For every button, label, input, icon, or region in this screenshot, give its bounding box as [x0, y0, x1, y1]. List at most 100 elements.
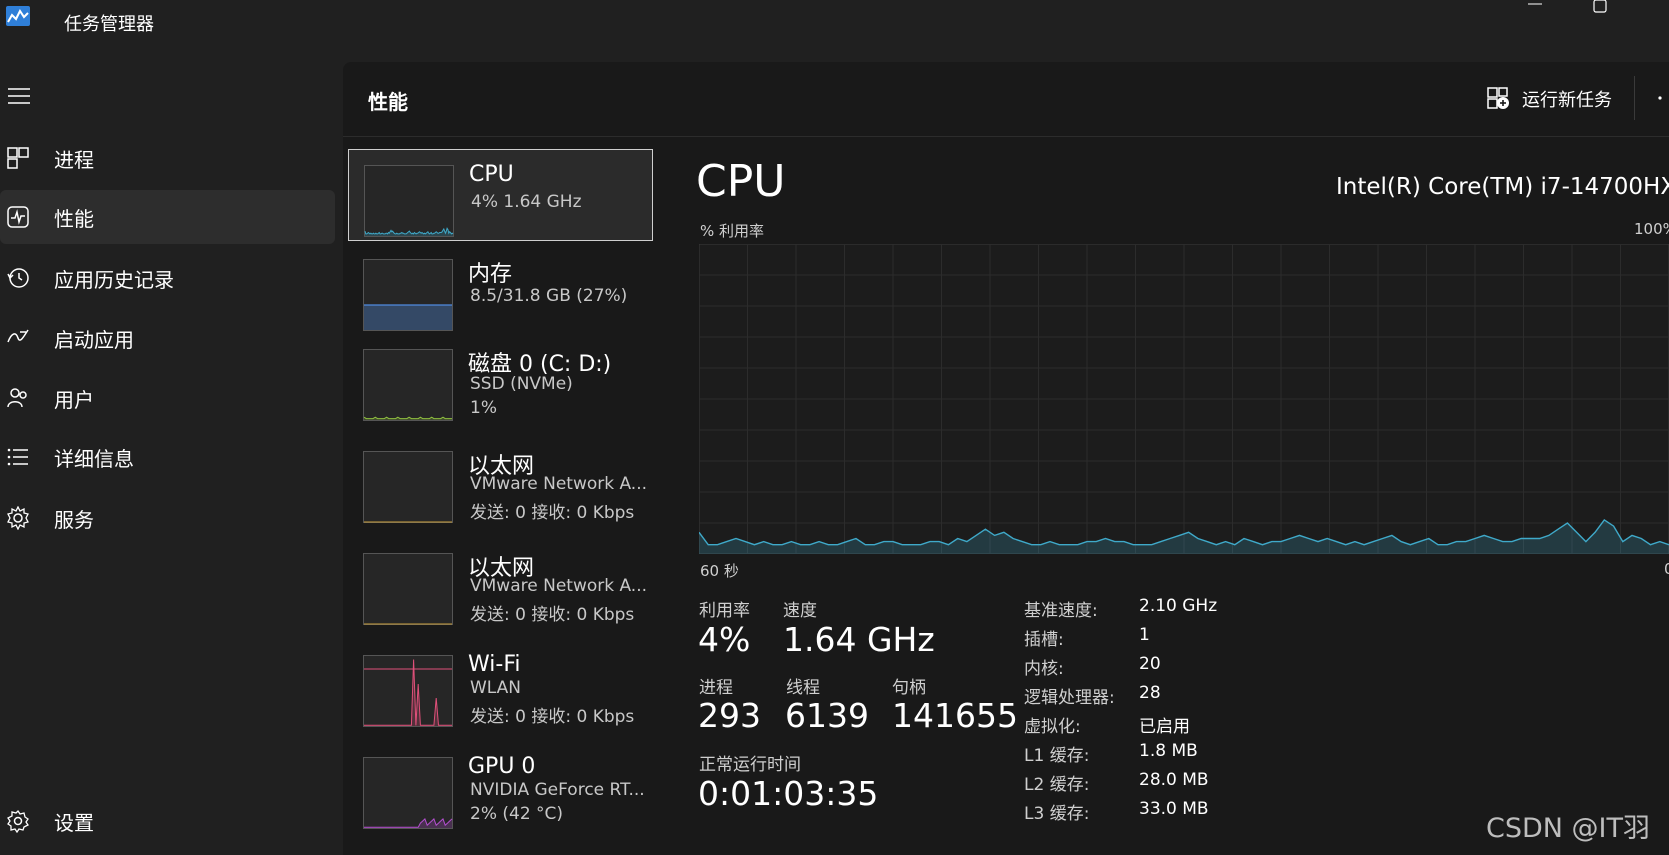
nav-label-startup: 启动应用: [54, 328, 134, 352]
gear-icon: [7, 809, 29, 833]
memory-fill: [364, 305, 452, 330]
device-name: Wi-Fi: [468, 652, 521, 677]
nav-label-performance: 性能: [54, 207, 94, 231]
nav-label-app-history: 应用历史记录: [54, 268, 174, 292]
stat-threads: 6139: [785, 696, 869, 735]
device-detail-2: 发送: 0 接收: 0 Kbps: [470, 605, 635, 625]
nav-item-details[interactable]: 详细信息: [0, 430, 335, 484]
device-detail: VMware Network A...: [470, 474, 648, 494]
title-bar: [0, 0, 1669, 58]
device-name: 内存: [468, 262, 513, 287]
performance-icon: [7, 206, 29, 228]
spec-base-speed: 2.10 GHz: [1139, 596, 1218, 616]
graph-x-end: 0: [1664, 560, 1669, 578]
thumb-frame: [363, 655, 453, 727]
device-name: GPU 0: [468, 754, 536, 779]
device-detail: SSD (NVMe): [470, 374, 573, 394]
spec-cores: 20: [1139, 654, 1161, 674]
stat-label-processes: 进程: [699, 678, 733, 698]
thumb-frame: [363, 757, 453, 829]
device-name: CPU: [469, 162, 514, 187]
device-detail-2: 发送: 0 接收: 0 Kbps: [470, 707, 635, 727]
more-options-icon[interactable]: [1656, 84, 1668, 108]
nav-item-performance[interactable]: 性能: [0, 190, 335, 244]
stat-label-threads: 线程: [786, 678, 820, 698]
nav-label-details: 详细信息: [54, 447, 134, 471]
device-ethernet-2[interactable]: 以太网 VMware Network A... 发送: 0 接收: 0 Kbps: [348, 538, 653, 630]
page-title: 性能: [368, 90, 408, 114]
device-detail-2: 2% (42 °C): [470, 804, 564, 824]
device-thumb-graph: [363, 655, 453, 727]
device-disk[interactable]: 磁盘 0 (C: D:) SSD (NVMe) 1%: [348, 334, 653, 426]
nav-item-app-history[interactable]: 应用历史记录: [0, 251, 335, 305]
cpu-utilization-graph: [699, 244, 1669, 554]
spec-label-l3-cache: L3 缓存:: [1024, 804, 1090, 824]
device-cpu[interactable]: CPU 4% 1.64 GHz: [348, 149, 653, 241]
device-detail: 4% 1.64 GHz: [471, 192, 582, 212]
device-gpu[interactable]: GPU 0 NVIDIA GeForce RT... 2% (42 °C): [348, 742, 653, 834]
device-thumb-graph: [363, 451, 453, 523]
startup-icon: [7, 329, 29, 343]
detail-heading: CPU: [696, 156, 786, 207]
nav-label-settings: 设置: [54, 811, 94, 835]
header-bar: [343, 62, 1669, 137]
nav-item-services[interactable]: 服务: [0, 491, 335, 545]
spec-label-sockets: 插槽:: [1024, 630, 1064, 650]
maximize-icon[interactable]: [1590, 0, 1612, 14]
spec-label-l2-cache: L2 缓存:: [1024, 775, 1090, 795]
services-icon: [7, 506, 29, 530]
device-thumb-graph: [363, 259, 453, 331]
graph-x-label: 60 秒: [700, 562, 739, 580]
device-detail: WLAN: [470, 678, 522, 698]
device-memory[interactable]: 内存 8.5/31.8 GB (27%): [348, 244, 653, 336]
stat-label-uptime: 正常运行时间: [699, 755, 801, 775]
device-detail-2: 1%: [470, 398, 497, 418]
details-icon: [7, 448, 28, 466]
stat-label-utilization: 利用率: [699, 601, 750, 621]
run-new-task-icon[interactable]: [1486, 86, 1510, 110]
spec-l3-cache: 33.0 MB: [1139, 799, 1209, 819]
device-detail: VMware Network A...: [470, 576, 648, 596]
app-title: 任务管理器: [64, 14, 154, 35]
nav-label-processes: 进程: [54, 148, 94, 172]
watermark: CSDN @IT羽: [1486, 813, 1651, 844]
nav-item-processes[interactable]: 进程: [0, 131, 335, 185]
thumb-frame: [363, 451, 453, 523]
stat-utilization: 4%: [698, 620, 751, 659]
task-manager-logo-icon: [6, 6, 30, 26]
graph-y-max: 100%: [1634, 220, 1669, 238]
spec-logical-processors: 28: [1139, 683, 1161, 703]
spec-virtualization: 已启用: [1139, 717, 1190, 737]
nav-item-startup[interactable]: 启动应用: [0, 311, 335, 365]
nav-label-services: 服务: [54, 508, 94, 532]
minimize-icon[interactable]: [1520, 0, 1552, 12]
device-thumb-graph: [363, 349, 453, 421]
graph-y-label: % 利用率: [700, 222, 765, 240]
spec-l2-cache: 28.0 MB: [1139, 770, 1209, 790]
spec-label-base-speed: 基准速度:: [1024, 601, 1098, 621]
thumb-frame: [363, 553, 453, 625]
hamburger-menu-icon[interactable]: [6, 84, 32, 108]
thumb-frame: [363, 349, 453, 421]
device-ethernet-1[interactable]: 以太网 VMware Network A... 发送: 0 接收: 0 Kbps: [348, 436, 653, 528]
stat-uptime: 0:01:03:35: [698, 774, 879, 813]
run-new-task-button[interactable]: 运行新任务: [1522, 86, 1612, 112]
device-detail-2: 发送: 0 接收: 0 Kbps: [470, 503, 635, 523]
spec-label-l1-cache: L1 缓存:: [1024, 746, 1090, 766]
thumb-frame: [364, 165, 454, 237]
spec-l1-cache: 1.8 MB: [1139, 741, 1198, 761]
nav-label-users: 用户: [54, 388, 94, 412]
nav-item-users[interactable]: 用户: [0, 371, 335, 425]
stat-label-handles: 句柄: [892, 678, 926, 698]
nav-item-settings[interactable]: 设置: [0, 794, 335, 848]
header-divider: [1634, 76, 1635, 120]
spec-sockets: 1: [1139, 625, 1150, 645]
cpu-model-name: Intel(R) Core(TM) i7-14700HX: [1336, 174, 1669, 200]
spec-label-virtualization: 虚拟化:: [1024, 717, 1081, 737]
history-icon: [7, 268, 29, 288]
device-detail: 8.5/31.8 GB (27%): [470, 286, 628, 306]
device-thumb-graph: [364, 165, 454, 237]
users-icon: [7, 388, 27, 408]
device-detail: NVIDIA GeForce RT...: [470, 780, 645, 800]
device-wifi[interactable]: Wi-Fi WLAN 发送: 0 接收: 0 Kbps: [348, 640, 653, 732]
